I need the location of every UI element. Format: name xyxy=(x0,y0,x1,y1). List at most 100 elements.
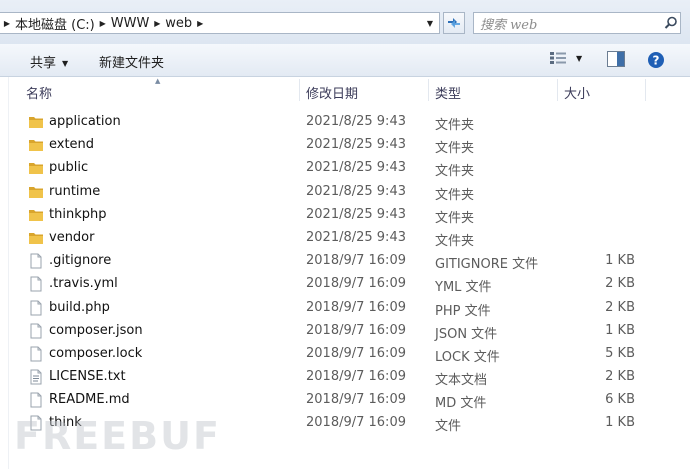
address-bar[interactable]: ▶ 本地磁盘 (C:) ▶ WWW ▶ web ▶ ▼ xyxy=(0,12,440,34)
file-size: 2 KB xyxy=(605,276,635,292)
preview-pane-button[interactable] xyxy=(607,51,625,67)
search-input[interactable]: 搜索 web xyxy=(474,14,662,33)
file-modified-date: 2018/9/7 16:09 xyxy=(306,415,406,431)
file-type: 文件 xyxy=(435,419,462,435)
svg-text:?: ? xyxy=(653,54,660,68)
breadcrumb-label[interactable]: WWW xyxy=(110,16,151,31)
folder-icon xyxy=(28,114,44,130)
folder-icon xyxy=(28,184,44,200)
column-divider[interactable] xyxy=(299,79,300,101)
file-size: 1 KB xyxy=(605,322,635,338)
file-name: runtime xyxy=(49,183,101,199)
breadcrumb-item-www[interactable]: WWW ▶ xyxy=(110,13,165,33)
chevron-down-icon: ▼ xyxy=(62,59,69,68)
sort-ascending-icon: ▲ xyxy=(155,77,161,85)
view-options-icon xyxy=(550,52,566,64)
file-list: application 2021/8/25 9:43 文件夹 extend 2021/8… xyxy=(0,111,690,436)
file-size: 2 KB xyxy=(605,369,635,385)
column-divider[interactable] xyxy=(557,79,558,101)
file-name: .gitignore xyxy=(49,253,112,269)
file-row[interactable]: build.php 2018/9/7 16:09 PHP 文件 2 KB xyxy=(0,297,690,320)
breadcrumb-label[interactable]: 本地磁盘 (C:) xyxy=(14,14,96,33)
help-button[interactable]: ? xyxy=(647,51,665,69)
file-modified-date: 2018/9/7 16:09 xyxy=(306,369,406,385)
breadcrumb-label[interactable]: web xyxy=(164,16,193,31)
file-icon xyxy=(28,300,44,316)
file-type: LOCK 文件 xyxy=(435,349,500,365)
file-icon xyxy=(28,323,44,339)
command-toolbar: 共享 ▼ 新建文件夹 ▼ ? xyxy=(0,44,690,77)
file-modified-date: 2021/8/25 9:43 xyxy=(306,206,406,222)
file-row[interactable]: vendor 2021/8/25 9:43 文件夹 xyxy=(0,227,690,250)
breadcrumb-arrow-icon[interactable]: ▶ xyxy=(0,19,14,28)
breadcrumb-arrow-icon[interactable]: ▶ xyxy=(193,19,207,28)
file-type: 文本文档 xyxy=(435,373,488,389)
file-row[interactable]: public 2021/8/25 9:43 文件夹 xyxy=(0,157,690,180)
file-name: README.md xyxy=(49,392,130,408)
file-row[interactable]: runtime 2021/8/25 9:43 文件夹 xyxy=(0,181,690,204)
refresh-button[interactable] xyxy=(443,12,465,34)
share-button[interactable]: 共享 ▼ xyxy=(30,52,68,71)
search-icon[interactable] xyxy=(662,14,680,32)
file-modified-date: 2018/9/7 16:09 xyxy=(306,322,406,338)
breadcrumb-arrow-icon[interactable]: ▶ xyxy=(150,19,164,28)
file-type: 文件夹 xyxy=(435,210,475,226)
file-row[interactable]: .travis.yml 2018/9/7 16:09 YML 文件 2 KB xyxy=(0,273,690,296)
file-row[interactable]: thinkphp 2021/8/25 9:43 文件夹 xyxy=(0,204,690,227)
column-header-name[interactable]: 名称 xyxy=(26,83,52,102)
folder-icon xyxy=(28,207,44,223)
preview-pane-icon xyxy=(607,51,625,67)
file-name: build.php xyxy=(49,299,110,315)
file-modified-date: 2021/8/25 9:43 xyxy=(306,229,406,245)
breadcrumb-item-web[interactable]: web ▶ xyxy=(164,13,207,33)
new-folder-button[interactable]: 新建文件夹 xyxy=(99,52,164,71)
file-size: 5 KB xyxy=(605,345,635,361)
file-modified-date: 2021/8/25 9:43 xyxy=(306,160,406,176)
watermark-logo: FREEBUF xyxy=(14,414,221,458)
file-row[interactable]: application 2021/8/25 9:43 文件夹 xyxy=(0,111,690,134)
address-history-dropdown-icon[interactable]: ▼ xyxy=(421,13,439,33)
column-header-size[interactable]: 大小 xyxy=(564,83,590,102)
file-icon xyxy=(28,346,44,362)
breadcrumb-arrow-icon[interactable]: ▶ xyxy=(96,19,110,28)
file-size: 1 KB xyxy=(605,415,635,431)
new-folder-label: 新建文件夹 xyxy=(99,56,165,71)
column-header-type[interactable]: 类型 xyxy=(435,83,461,102)
file-type: YML 文件 xyxy=(435,280,492,296)
breadcrumb-root[interactable]: ▶ xyxy=(0,13,14,33)
column-divider[interactable] xyxy=(645,79,646,101)
file-name: .travis.yml xyxy=(49,276,118,292)
file-modified-date: 2021/8/25 9:43 xyxy=(306,183,406,199)
file-modified-date: 2021/8/25 9:43 xyxy=(306,114,406,129)
share-label: 共享 xyxy=(30,56,57,71)
folder-icon xyxy=(28,230,44,246)
column-divider[interactable] xyxy=(428,79,429,101)
file-name: thinkphp xyxy=(49,206,107,222)
view-options-button[interactable]: ▼ xyxy=(549,51,582,65)
help-icon: ? xyxy=(648,52,664,68)
chevron-down-icon[interactable]: ▼ xyxy=(576,54,582,63)
file-row[interactable]: extend 2021/8/25 9:43 文件夹 xyxy=(0,134,690,157)
file-type: 文件夹 xyxy=(435,187,475,203)
file-type: 文件夹 xyxy=(435,233,475,249)
file-name: application xyxy=(49,114,121,129)
file-type: 文件夹 xyxy=(435,118,475,133)
column-header-modified[interactable]: 修改日期 xyxy=(306,83,358,102)
file-row[interactable]: composer.json 2018/9/7 16:09 JSON 文件 1 KB xyxy=(0,320,690,343)
file-row[interactable]: LICENSE.txt 2018/9/7 16:09 文本文档 2 KB xyxy=(0,366,690,389)
file-modified-date: 2018/9/7 16:09 xyxy=(306,392,406,408)
search-box[interactable]: 搜索 web xyxy=(473,12,681,34)
file-name: extend xyxy=(49,137,95,153)
breadcrumb-item-drive[interactable]: 本地磁盘 (C:) ▶ xyxy=(14,13,110,33)
file-name: composer.lock xyxy=(49,345,143,361)
file-type: JSON 文件 xyxy=(435,326,498,342)
file-modified-date: 2018/9/7 16:09 xyxy=(306,253,406,269)
file-icon xyxy=(28,253,44,269)
file-name: public xyxy=(49,160,89,176)
file-row[interactable]: README.md 2018/9/7 16:09 MD 文件 6 KB xyxy=(0,389,690,412)
file-type: 文件夹 xyxy=(435,164,475,180)
file-type: PHP 文件 xyxy=(435,303,491,319)
file-modified-date: 2018/9/7 16:09 xyxy=(306,276,406,292)
file-row[interactable]: composer.lock 2018/9/7 16:09 LOCK 文件 5 KB xyxy=(0,343,690,366)
file-row[interactable]: .gitignore 2018/9/7 16:09 GITIGNORE 文件 1 KB xyxy=(0,250,690,273)
